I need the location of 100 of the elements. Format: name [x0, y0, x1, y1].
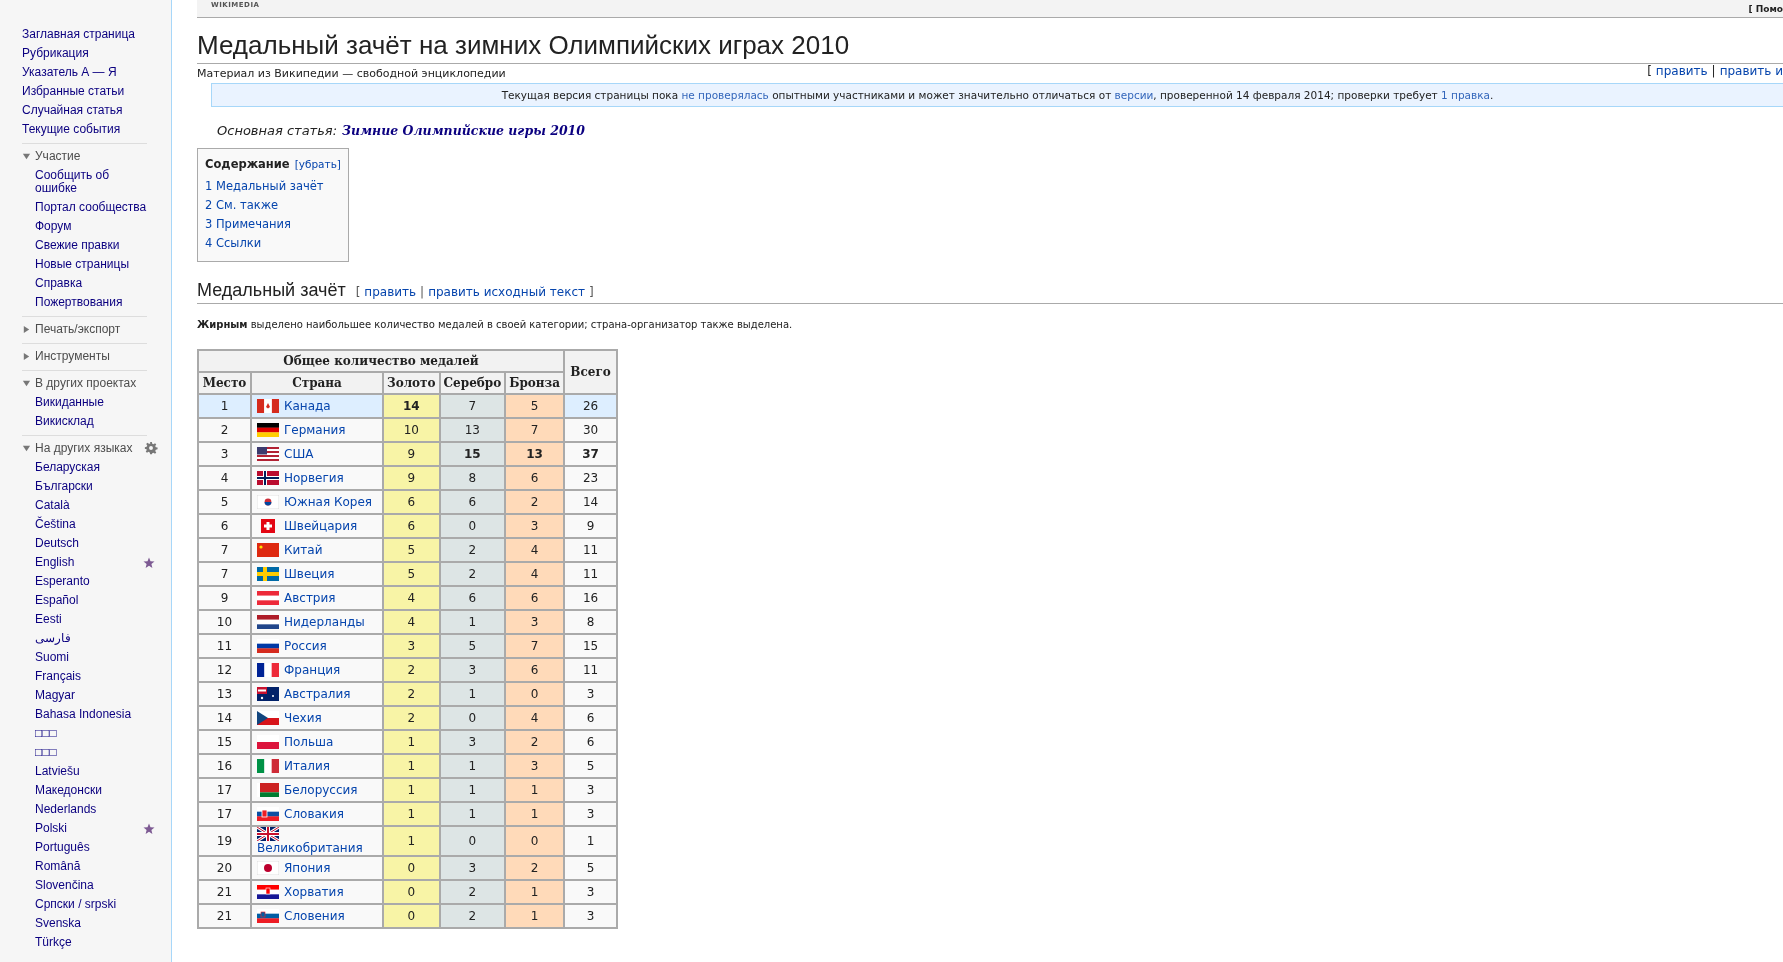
place-cell: 5 — [198, 490, 251, 514]
expanded-caret-icon[interactable] — [22, 378, 31, 388]
language-link[interactable]: Deutsch — [35, 534, 80, 553]
country-link[interactable]: Канада — [284, 399, 331, 413]
flag-icon — [257, 591, 279, 605]
language-link[interactable]: Español — [35, 591, 79, 610]
medal-cell: 0 — [439, 826, 506, 856]
section-heading[interactable]: Инструменты — [35, 346, 110, 366]
language-link[interactable]: Македонски — [35, 781, 102, 800]
country-link[interactable]: Япония — [284, 861, 331, 875]
language-link[interactable]: Português — [35, 838, 90, 857]
toc-item[interactable]: 1 Медальный зачёт — [205, 177, 341, 196]
sidebar-link[interactable]: Форум — [35, 217, 72, 236]
total-cell: 5 — [564, 856, 618, 880]
total-cell: 3 — [564, 802, 618, 826]
language-link[interactable]: Latviešu — [35, 762, 80, 781]
sidebar-link[interactable]: Случайная статья — [22, 101, 171, 120]
expanded-caret-icon[interactable] — [22, 151, 31, 161]
sidebar-link[interactable]: Портал сообщества — [35, 198, 147, 217]
country-link[interactable]: Хорватия — [284, 885, 344, 899]
language-link[interactable]: □□□ — [35, 724, 57, 743]
toc-item[interactable]: 4 Ссылки — [205, 234, 341, 253]
country-link[interactable]: Италия — [284, 759, 330, 773]
sidebar-link[interactable]: Рубрикация — [22, 44, 171, 63]
place-cell: 2 — [198, 418, 251, 442]
language-link[interactable]: Nederlands — [35, 800, 97, 819]
place-cell: 7 — [198, 562, 251, 586]
notice-link[interactable]: 1 правка — [1441, 89, 1490, 101]
sidebar-link[interactable]: Викисклад — [35, 412, 94, 431]
country-link[interactable]: Швейцария — [284, 519, 358, 533]
language-link[interactable]: Suomi — [35, 648, 69, 667]
language-link[interactable]: Eesti — [35, 610, 62, 629]
country-link[interactable]: Швеция — [284, 567, 335, 581]
hide-toggle[interactable]: [убрать] — [294, 158, 341, 170]
country-link[interactable]: Австралия — [284, 687, 351, 701]
section-heading[interactable]: На других языках — [35, 438, 133, 458]
sidebar-link[interactable]: Заглавная страница — [22, 25, 171, 44]
country-link[interactable]: Китай — [284, 543, 323, 557]
edit-link[interactable]: править и — [1719, 64, 1783, 80]
sidebar-link[interactable]: Новые страницы — [35, 255, 130, 274]
sidebar-link[interactable]: Избранные статьи — [22, 82, 171, 101]
sidebar-link[interactable]: Свежие правки — [35, 236, 120, 255]
country-link[interactable]: Чехия — [284, 711, 322, 725]
collapsed-caret-icon[interactable] — [22, 351, 31, 361]
language-link[interactable]: Svenska — [35, 914, 82, 933]
country-link[interactable]: Россия — [284, 639, 327, 653]
sidebar-link[interactable]: Текущие события — [22, 120, 171, 139]
section-heading[interactable]: В других проектах — [35, 373, 137, 393]
sidebar-link[interactable]: Указатель А — Я — [22, 63, 171, 82]
country-link[interactable]: Германия — [284, 423, 346, 437]
notice-link[interactable]: не проверялась — [681, 89, 769, 101]
country-link[interactable]: Великобритания — [257, 841, 363, 855]
place-cell: 14 — [198, 706, 251, 730]
page-subtitle: Материал из Википедии — свободной энциклопедии — [197, 67, 506, 80]
country-link[interactable]: Австрия — [284, 591, 336, 605]
language-link[interactable]: Català — [35, 496, 70, 515]
collapsed-caret-icon[interactable] — [22, 324, 31, 334]
total-cell: 11 — [564, 562, 618, 586]
country-link[interactable]: Южная Корея — [284, 495, 373, 509]
country-link[interactable]: Белоруссия — [284, 783, 358, 797]
section-heading[interactable]: Печать/экспорт — [35, 319, 121, 339]
language-link[interactable]: □□□ — [35, 743, 57, 762]
language-link[interactable]: Polski — [35, 819, 67, 838]
toc-item[interactable]: 2 См. также — [205, 196, 341, 215]
country-link[interactable]: Словакия — [284, 807, 345, 821]
language-link[interactable]: Français — [35, 667, 81, 686]
edit-link[interactable]: править исходный текст — [428, 285, 585, 299]
language-link[interactable]: Български — [35, 477, 93, 496]
language-link[interactable]: Türkçe — [35, 933, 72, 952]
country-link[interactable]: Словения — [284, 909, 345, 923]
country-link[interactable]: Польша — [284, 735, 334, 749]
language-link[interactable]: Esperanto — [35, 572, 90, 591]
country-link[interactable]: Норвегия — [284, 471, 344, 485]
language-link[interactable]: Română — [35, 857, 81, 876]
sidebar-link[interactable]: Викиданные — [35, 393, 104, 412]
top-bar-link[interactable]: [ Помо — [1748, 4, 1783, 14]
sidebar-link[interactable]: Сообщить об ошибке — [35, 166, 147, 198]
country-link[interactable]: Франция — [284, 663, 341, 677]
bracket: ] — [588, 285, 594, 299]
place-cell: 19 — [198, 826, 251, 856]
edit-link[interactable]: править — [1655, 64, 1708, 80]
country-link[interactable]: Нидерланды — [284, 615, 365, 629]
edit-link[interactable]: править — [364, 285, 417, 299]
main-article-link[interactable]: Зимние Олимпийские игры 2010 — [342, 123, 585, 138]
section-heading[interactable]: Участие — [35, 146, 81, 166]
settings-icon[interactable] — [144, 441, 159, 455]
language-link[interactable]: Bahasa Indonesia — [35, 705, 132, 724]
language-link[interactable]: فارسی — [35, 629, 71, 648]
language-link[interactable]: Српски / srpski — [35, 895, 117, 914]
sidebar-link[interactable]: Пожертвования — [35, 293, 123, 312]
language-link[interactable]: English — [35, 553, 75, 572]
language-link[interactable]: Čeština — [35, 515, 76, 534]
expanded-caret-icon[interactable] — [22, 443, 31, 453]
sidebar-link[interactable]: Справка — [35, 274, 83, 293]
place-cell: 12 — [198, 658, 251, 682]
country-link[interactable]: США — [284, 447, 314, 461]
language-link[interactable]: Magyar — [35, 686, 75, 705]
toc-item[interactable]: 3 Примечания — [205, 215, 341, 234]
language-link[interactable]: Беларуская — [35, 458, 100, 477]
language-link[interactable]: Slovenčina — [35, 876, 94, 895]
